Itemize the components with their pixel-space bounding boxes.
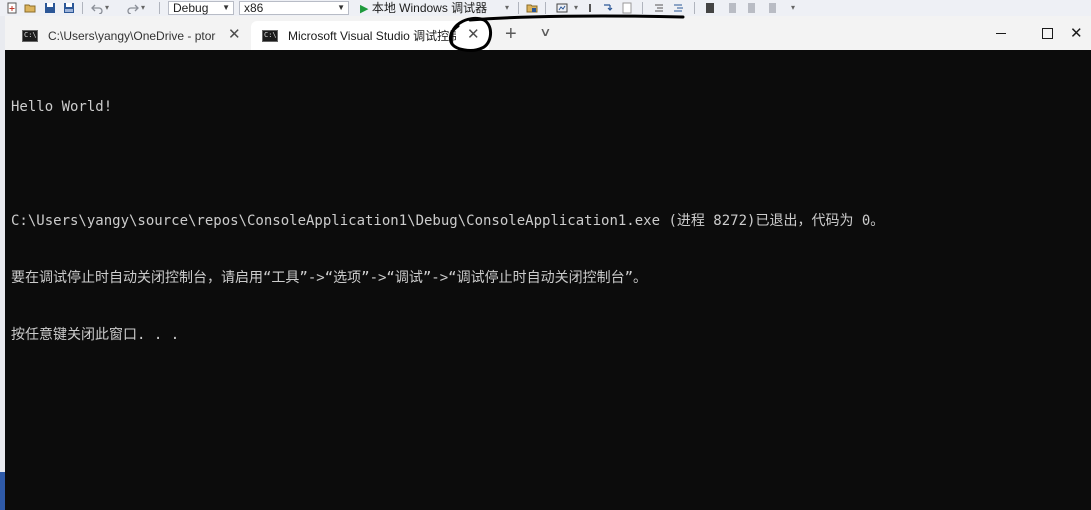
maximize-button[interactable]: [1024, 16, 1070, 50]
indent-icon[interactable]: [672, 2, 684, 14]
save-icon[interactable]: [44, 2, 56, 14]
toolbar-overflow-icon[interactable]: ▾: [791, 1, 795, 15]
redo-dropdown-icon[interactable]: ▾: [141, 1, 145, 15]
undo-icon[interactable]: [91, 2, 103, 14]
step-icon[interactable]: [587, 2, 599, 14]
tab-vs-debug-console[interactable]: C:\ Microsoft Visual Studio 调试控制 ✕: [251, 21, 489, 50]
console-line: 按任意键关闭此窗口. . .: [11, 327, 180, 343]
console-output[interactable]: Hello World! C:\Users\yangy\source\repos…: [11, 60, 884, 383]
terminal-titlebar[interactable]: C:\ C:\Users\yangy\OneDrive - ptor ✕ C:\…: [5, 16, 1091, 50]
run-dropdown-icon[interactable]: ▾: [505, 1, 509, 15]
diagnostics-dropdown-icon[interactable]: ▾: [574, 1, 578, 15]
platform-combo[interactable]: x86 ▼: [239, 1, 349, 15]
tab-onedrive-shell[interactable]: C:\ C:\Users\yangy\OneDrive - ptor ✕: [15, 21, 247, 50]
start-debugging-button[interactable]: ▶ 本地 Windows 调试器: [360, 1, 487, 15]
close-icon[interactable]: ✕: [467, 27, 480, 43]
window-close-button[interactable]: ✕: [1070, 16, 1091, 50]
chevron-down-icon: ▼: [337, 3, 345, 12]
close-icon: ✕: [1070, 25, 1083, 42]
chevron-down-icon: ▼: [222, 3, 230, 12]
terminal-window: C:\ C:\Users\yangy\OneDrive - ptor ✕ C:\…: [5, 16, 1091, 510]
tab-title: Microsoft Visual Studio 调试控制: [288, 29, 456, 43]
toolbar-separator: [518, 2, 519, 14]
minimize-icon: [996, 32, 1006, 34]
save-all-icon[interactable]: [63, 2, 75, 14]
toolbar-separator: [82, 2, 83, 14]
step-into-icon[interactable]: [602, 2, 614, 14]
format-icon[interactable]: [621, 2, 633, 14]
bookmark-icon[interactable]: [704, 2, 716, 14]
maximize-icon: [1041, 27, 1053, 39]
chevron-down-icon[interactable]: ∨: [539, 25, 551, 39]
vs-toolbar: ▾ ▾ Debug ▼ x86 ▼ ▶ 本地 Windows 调试器 ▾ ▾ ▾: [0, 0, 1091, 17]
toolbar-separator: [159, 2, 160, 14]
config-value: Debug: [173, 1, 209, 15]
run-button-label: 本地 Windows 调试器: [371, 1, 488, 15]
toolbar-separator: [545, 2, 546, 14]
outdent-icon[interactable]: [652, 2, 664, 14]
next-bookmark-icon[interactable]: [745, 2, 757, 14]
new-project-icon[interactable]: [6, 2, 18, 14]
play-icon: ▶: [360, 3, 369, 15]
platform-value: x86: [244, 1, 264, 15]
redo-icon[interactable]: [127, 2, 139, 14]
close-icon[interactable]: ✕: [228, 27, 241, 43]
browser-link-icon[interactable]: [526, 2, 538, 14]
console-icon: C:\: [22, 29, 38, 42]
plus-icon[interactable]: +: [505, 23, 517, 45]
open-icon[interactable]: [24, 2, 36, 14]
toolbar-separator: [642, 2, 643, 14]
minimize-button[interactable]: [978, 16, 1024, 50]
undo-dropdown-icon[interactable]: ▾: [105, 1, 109, 15]
console-line: Hello World!: [11, 99, 113, 115]
prev-bookmark-icon[interactable]: [726, 2, 738, 14]
tab-title: C:\Users\yangy\OneDrive - ptor: [48, 28, 216, 43]
solution-config-combo[interactable]: Debug ▼: [168, 1, 234, 15]
diagnostics-icon[interactable]: [556, 2, 568, 14]
toolbar-separator: [694, 2, 695, 14]
clear-bookmarks-icon[interactable]: [766, 2, 778, 14]
console-line: 要在调试停止时自动关闭控制台，请启用“工具”->“选项”->“调试”->“调试停…: [11, 270, 647, 286]
console-icon: C:\: [262, 29, 278, 42]
console-line: C:\Users\yangy\source\repos\ConsoleAppli…: [11, 213, 885, 229]
